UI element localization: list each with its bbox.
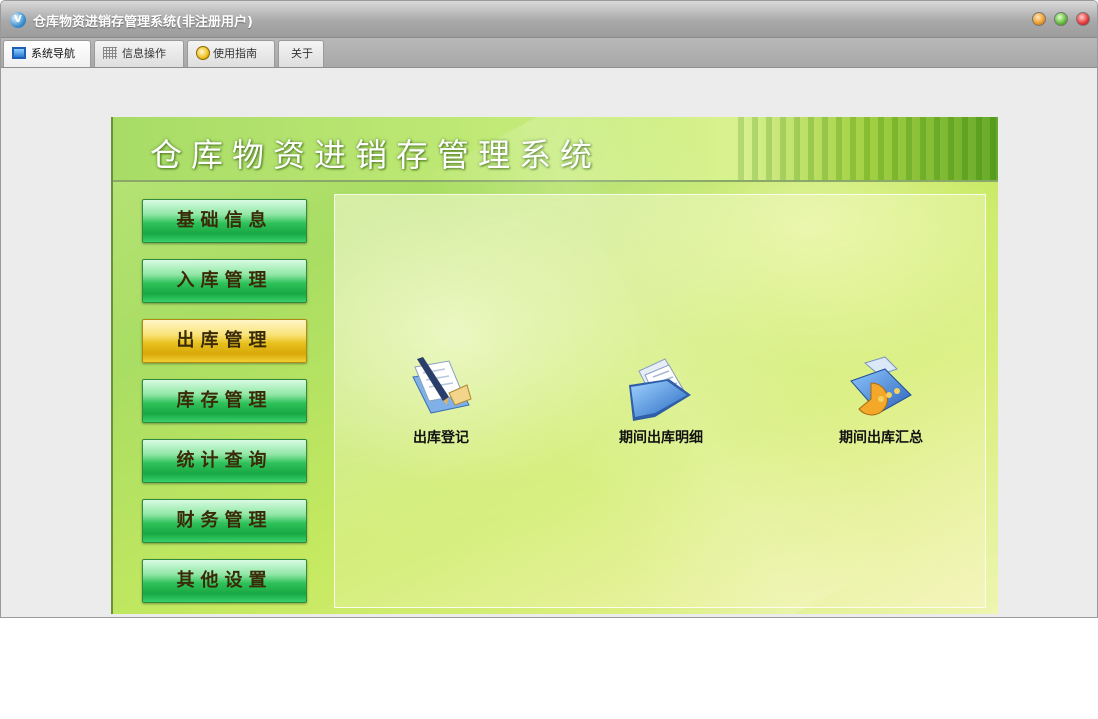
maximize-button[interactable] [1054, 12, 1068, 26]
tab-label: 系统导航 [31, 47, 75, 60]
tab-info-operation[interactable]: 信息操作 [94, 40, 184, 67]
folder-documents-icon [629, 358, 691, 421]
grid-icon [103, 47, 117, 59]
period-stock-out-summary-item[interactable]: 期间出库汇总 [811, 355, 951, 447]
nav-statistics-button[interactable]: 统计查询 [142, 439, 307, 483]
tab-label: 关于 [291, 47, 313, 60]
content-area: 出库登记 期间出库明细 期间出库汇总 [334, 194, 986, 608]
close-button[interactable] [1076, 12, 1090, 26]
banner: 仓库物资进销存管理系统 [113, 117, 998, 182]
title-bar[interactable]: V 仓库物资进销存管理系统(非注册用户) [1, 1, 1097, 38]
nav-inventory-button[interactable]: 库存管理 [142, 379, 307, 423]
tab-about[interactable]: 关于 [278, 40, 324, 67]
nav-other-settings-button[interactable]: 其他设置 [142, 559, 307, 603]
main-panel: 仓库物资进销存管理系统 基础信息 入库管理 出库管理 库存管理 统计查询 财务管… [111, 117, 998, 614]
main-window: V 仓库物资进销存管理系统(非注册用户) 系统导航 信息操作 使用指南 关于 仓… [0, 0, 1098, 618]
monitor-icon [12, 47, 26, 59]
nav-stock-out-button[interactable]: 出库管理 [142, 319, 307, 363]
item-label: 期间出库汇总 [839, 430, 923, 446]
banner-title: 仓库物资进销存管理系统 [150, 136, 602, 174]
minimize-button[interactable] [1032, 12, 1046, 26]
period-stock-out-detail-item[interactable]: 期间出库明细 [591, 355, 731, 447]
tab-label: 信息操作 [122, 47, 166, 60]
nav-finance-button[interactable]: 财务管理 [142, 499, 307, 543]
tab-system-nav[interactable]: 系统导航 [3, 40, 91, 67]
item-label: 出库登记 [413, 430, 469, 446]
tab-label: 使用指南 [213, 47, 257, 60]
window-title: 仓库物资进销存管理系统(非注册用户) [33, 15, 253, 30]
tab-bar: 系统导航 信息操作 使用指南 关于 [1, 38, 1097, 68]
help-icon [196, 46, 210, 60]
chart-folder-icon [850, 356, 912, 416]
document-edit-icon [412, 357, 472, 414]
tab-user-guide[interactable]: 使用指南 [187, 40, 275, 67]
stock-out-register-item[interactable]: 出库登记 [371, 355, 511, 447]
app-logo-icon: V [10, 12, 26, 28]
nav-basic-info-button[interactable]: 基础信息 [142, 199, 307, 243]
item-label: 期间出库明细 [619, 430, 703, 446]
nav-stock-in-button[interactable]: 入库管理 [142, 259, 307, 303]
